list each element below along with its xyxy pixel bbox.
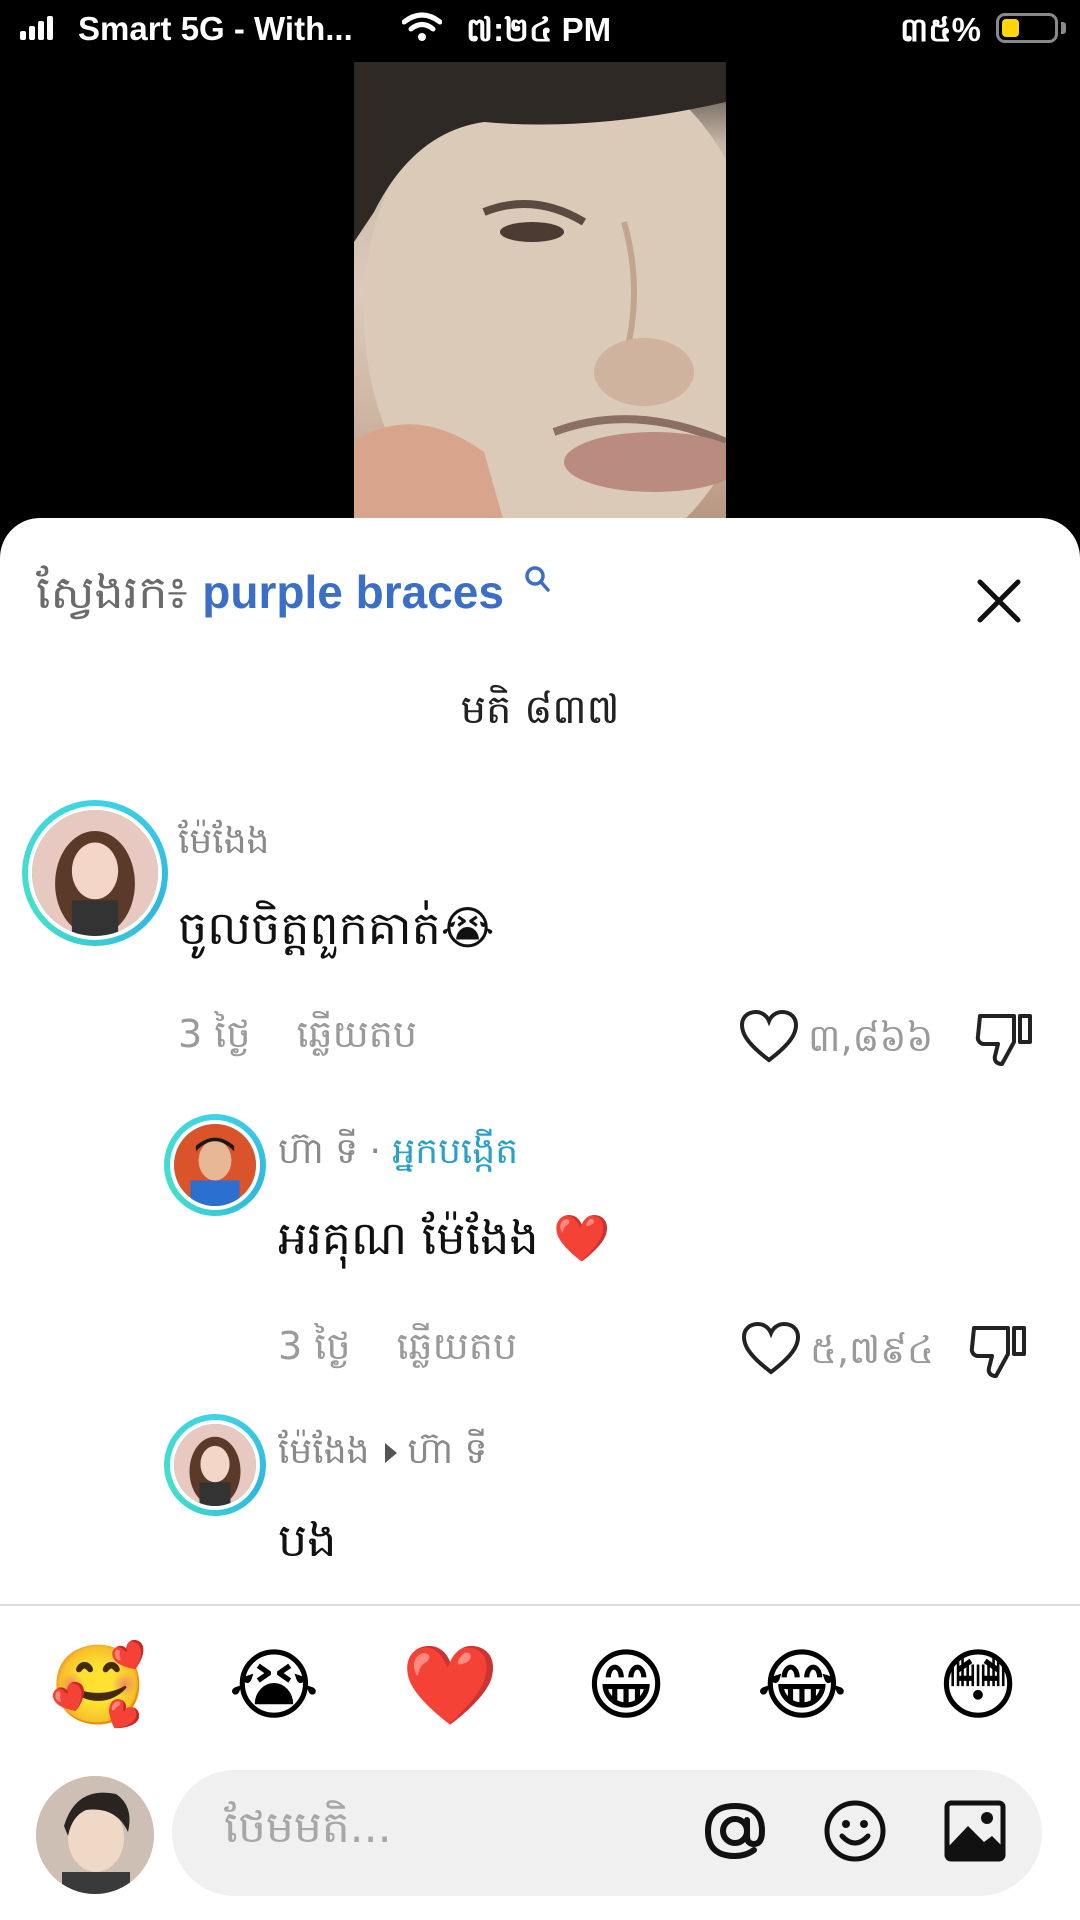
- comment-text: បង: [278, 1513, 337, 1567]
- battery-nub: [1061, 22, 1066, 34]
- emoji-smiling-hearts-button[interactable]: 🥰: [48, 1636, 148, 1736]
- reply-arrow-icon: [385, 1443, 398, 1463]
- status-bar: Smart 5G - With... ៧:២៤ PM ៣៥%: [0, 0, 1080, 58]
- emoji-laughing-button[interactable]: 😂: [752, 1636, 852, 1736]
- image-icon[interactable]: [940, 1796, 1010, 1866]
- status-time: ៧:២៤ PM: [466, 11, 612, 48]
- comments-sheet: ស្វែងរក៖ purple braces មតិ ៨៣៧ ម៉ែងែង ចូ…: [0, 518, 1080, 1920]
- battery-level: [1002, 19, 1019, 37]
- signal-icon: [20, 16, 54, 40]
- user-avatar[interactable]: [36, 1776, 154, 1894]
- comment-input[interactable]: ថែមមតិ...: [224, 1800, 392, 1864]
- emoji-crying-button[interactable]: 😭: [224, 1636, 324, 1736]
- reply-to-author[interactable]: ហ៊ា ទី: [407, 1431, 487, 1472]
- wifi-icon: [402, 12, 442, 41]
- comment-author[interactable]: ម៉ែងែង: [278, 1431, 369, 1472]
- divider: [0, 1604, 1080, 1606]
- user-avatar-image: [36, 1776, 154, 1894]
- emoji-quick-bar: 🥰 😭 ❤️ 😁 😂 😳: [0, 1636, 1080, 1746]
- reply-author-row: ម៉ែងែង ហ៊ា ទី: [278, 1428, 487, 1481]
- battery-percent: ៣៥%: [900, 11, 981, 48]
- video-frame-image: [354, 62, 726, 522]
- battery-icon: [996, 13, 1058, 43]
- avatar-image: [174, 1424, 256, 1506]
- video-preview[interactable]: [354, 62, 726, 522]
- reply-item: ម៉ែងែង ហ៊ា ទី បង: [0, 518, 1080, 1598]
- emoji-grin-button[interactable]: 😁: [576, 1636, 676, 1736]
- emoji-flushed-button[interactable]: 😳: [928, 1636, 1028, 1736]
- avatar[interactable]: [164, 1414, 266, 1516]
- emoji-picker-icon[interactable]: [820, 1796, 890, 1866]
- comment-composer[interactable]: ថែមមតិ...: [172, 1770, 1042, 1896]
- carrier-name: Smart 5G - With...: [78, 10, 353, 47]
- mention-icon[interactable]: [700, 1796, 770, 1866]
- emoji-heart-button[interactable]: ❤️: [400, 1636, 500, 1736]
